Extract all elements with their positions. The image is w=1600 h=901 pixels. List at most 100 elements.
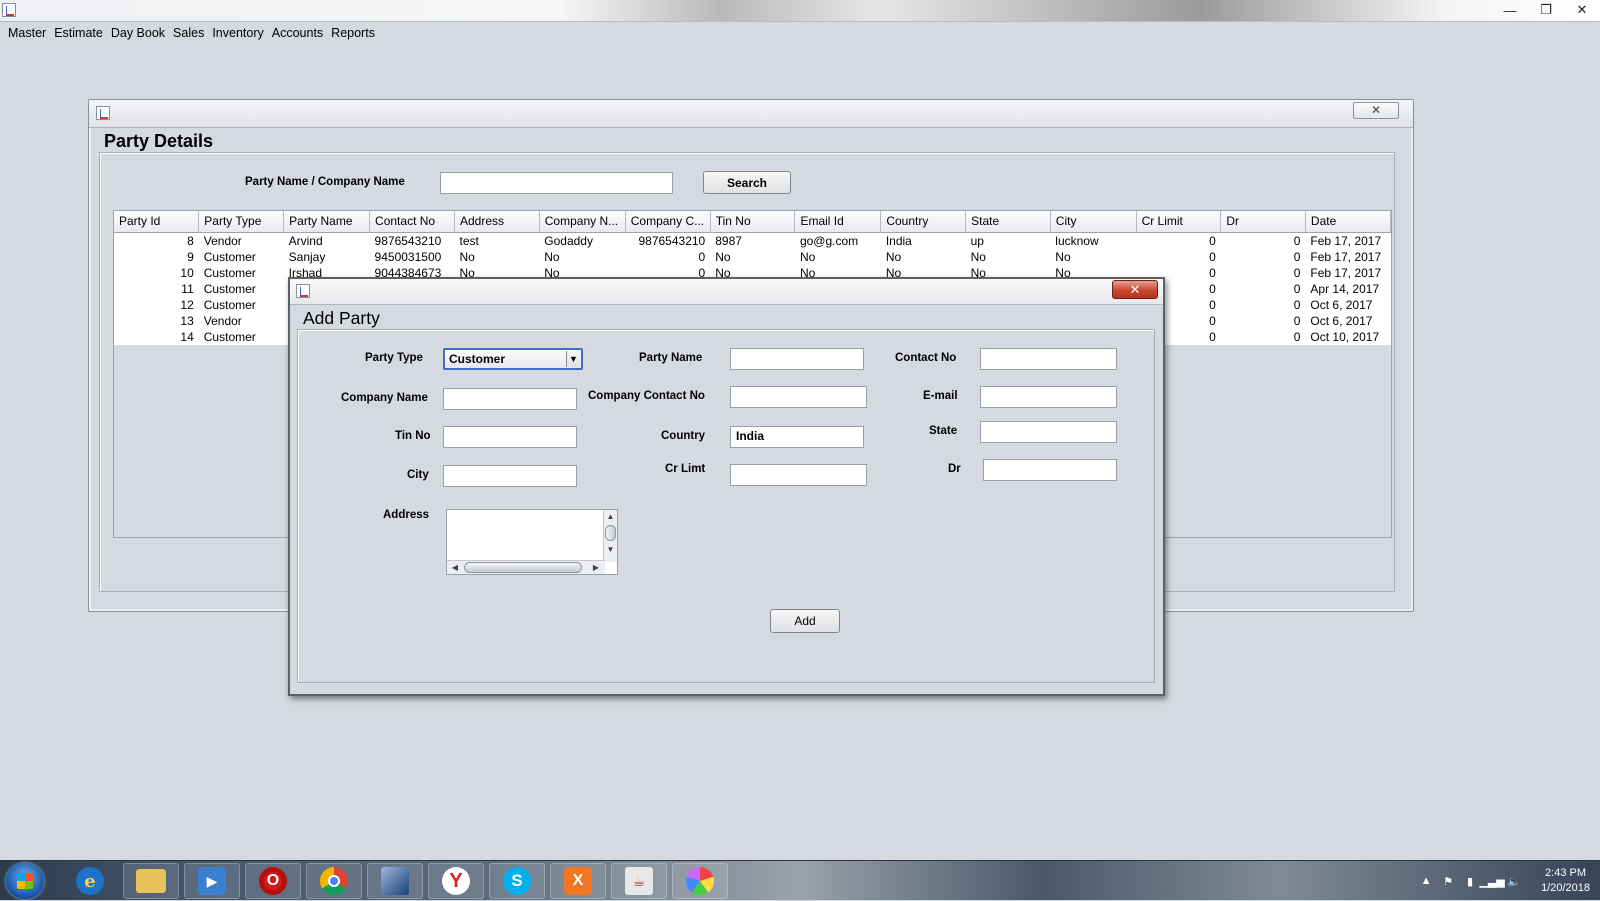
add-button[interactable]: Add [770, 609, 840, 633]
chevron-down-icon[interactable]: ▼ [566, 351, 580, 367]
table-cell-type: Customer [198, 328, 284, 345]
scroll-up-icon[interactable]: ▲ [604, 510, 617, 523]
table-cell-city: lucknow [1050, 232, 1137, 249]
column-header[interactable]: State [965, 211, 1051, 233]
column-header[interactable]: Company C... [625, 211, 711, 233]
scroll-right-icon[interactable]: ▶ [590, 561, 602, 574]
column-header[interactable]: Address [454, 211, 540, 233]
tin-no-field[interactable] [443, 426, 577, 448]
cr-limit-field[interactable] [730, 464, 867, 486]
address-vertical-scrollbar[interactable]: ▲ ▼ [603, 510, 617, 562]
column-header[interactable]: City [1050, 211, 1137, 233]
company-contact-no-field[interactable] [730, 386, 867, 408]
party-type-select[interactable]: Customer ▼ [443, 348, 583, 370]
table-cell-dr: 0 [1220, 232, 1306, 249]
taskbar-clock[interactable]: 2:43 PM 1/20/2018 [1541, 866, 1590, 896]
column-header[interactable]: Dr [1220, 211, 1306, 233]
opera-icon[interactable]: O [245, 863, 301, 899]
java-app-icon [2, 3, 16, 17]
cr-limit-label: Cr Limt [665, 463, 706, 475]
party-type-label: Party Type [365, 352, 423, 364]
table-cell-dr: 0 [1220, 296, 1306, 313]
table-row[interactable]: 9 Customer Sanjay 9450031500 No No 0 No No No No No… [114, 248, 1391, 265]
column-header[interactable]: Party Type [198, 211, 285, 233]
table-row[interactable]: 8 Vendor Arvind 9876543210 test Godaddy 987654… [114, 232, 1391, 249]
column-header[interactable]: Company N... [539, 211, 626, 233]
scroll-down-icon[interactable]: ▼ [604, 543, 617, 556]
table-cell-tin: 8987 [710, 232, 795, 249]
state-field[interactable] [980, 421, 1117, 443]
dr-field[interactable] [983, 459, 1117, 481]
skype-icon[interactable]: S [489, 863, 545, 899]
country-field[interactable]: India [730, 426, 864, 448]
party-details-close-button[interactable]: ✕ [1353, 102, 1399, 119]
power-icon[interactable]: ▮ [1463, 874, 1477, 888]
volume-icon[interactable]: 🔈 [1507, 874, 1521, 888]
city-field[interactable] [443, 465, 577, 487]
table-cell-company-name: Godaddy [539, 232, 626, 249]
table-cell-state: No [965, 248, 1051, 265]
column-header[interactable]: Party Id [114, 211, 200, 233]
xampp-icon[interactable]: X [550, 863, 606, 899]
restore-button[interactable]: ❐ [1528, 0, 1564, 20]
yandex-icon[interactable]: Y [428, 863, 484, 899]
address-label: Address [383, 509, 430, 521]
menu-sales[interactable]: Sales [169, 23, 208, 43]
show-hidden-icons-icon[interactable]: ▲ [1419, 874, 1433, 888]
column-header[interactable]: Cr Limit [1136, 211, 1222, 233]
party-search-input[interactable] [440, 172, 673, 194]
table-cell-email: go@g.com [794, 232, 881, 249]
menu-accounts[interactable]: Accounts [268, 23, 327, 43]
menu-estimate[interactable]: Estimate [50, 23, 107, 43]
column-header[interactable]: Party Name [283, 211, 371, 233]
java-icon[interactable]: ☕ [611, 863, 667, 899]
column-header[interactable]: Date [1305, 211, 1392, 233]
party-details-title-bar: ✕ [89, 100, 1413, 128]
table-cell-id: 9 [114, 248, 199, 265]
add-party-title-bar: ✕ [290, 279, 1163, 305]
table-cell-date: Apr 14, 2017 [1305, 280, 1391, 297]
horizontal-scroll-thumb[interactable] [464, 562, 582, 573]
network-signal-icon[interactable]: ▁▃▅ [1479, 874, 1504, 888]
menu-inventory[interactable]: Inventory [208, 23, 267, 43]
vertical-scroll-thumb[interactable] [605, 525, 616, 541]
dr-label: Dr [948, 463, 961, 475]
table-cell-contact: 9876543210 [369, 232, 455, 249]
scroll-left-icon[interactable]: ◀ [449, 561, 461, 574]
table-cell-id: 12 [114, 296, 199, 313]
party-name-field[interactable] [730, 348, 864, 370]
column-header[interactable]: Tin No [710, 211, 796, 233]
address-horizontal-scrollbar[interactable]: ◀ ▶ [447, 560, 605, 574]
chrome-icon[interactable] [306, 863, 362, 899]
close-window-button[interactable]: ✕ [1564, 0, 1600, 20]
table-cell-dr: 0 [1220, 264, 1306, 281]
search-button[interactable]: Search [703, 171, 791, 194]
virtualbox-icon[interactable] [367, 863, 423, 899]
company-name-field[interactable] [443, 388, 577, 410]
paint-icon[interactable] [672, 863, 728, 899]
email-field[interactable] [980, 386, 1117, 408]
add-party-close-button[interactable]: ✕ [1112, 280, 1158, 299]
start-button[interactable] [6, 863, 44, 899]
table-cell-address: No [454, 248, 540, 265]
address-textarea[interactable]: ▲ ▼ ◀ ▶ [446, 509, 618, 575]
table-cell-name: Sanjay [283, 248, 370, 265]
table-cell-company-name: No [539, 248, 626, 265]
menu-day-book[interactable]: Day Book [107, 23, 169, 43]
media-player-icon[interactable]: ▶ [184, 863, 240, 899]
state-label: State [929, 425, 958, 437]
action-center-flag-icon[interactable]: ⚑ [1441, 874, 1455, 888]
contact-no-field[interactable] [980, 348, 1117, 370]
search-label: Party Name / Company Name [245, 176, 405, 188]
minimize-button[interactable]: — [1492, 0, 1528, 20]
column-header[interactable]: Email Id [794, 211, 882, 233]
contact-no-label: Contact No [895, 352, 957, 364]
column-header[interactable]: Country [880, 211, 967, 233]
file-explorer-icon[interactable] [123, 863, 179, 899]
menu-reports[interactable]: Reports [327, 23, 379, 43]
internet-explorer-icon[interactable]: e [62, 863, 118, 899]
table-cell-date: Feb 17, 2017 [1305, 264, 1391, 281]
column-header[interactable]: Contact No [369, 211, 455, 233]
menu-master[interactable]: Master [4, 23, 50, 43]
city-label: City [407, 469, 429, 481]
